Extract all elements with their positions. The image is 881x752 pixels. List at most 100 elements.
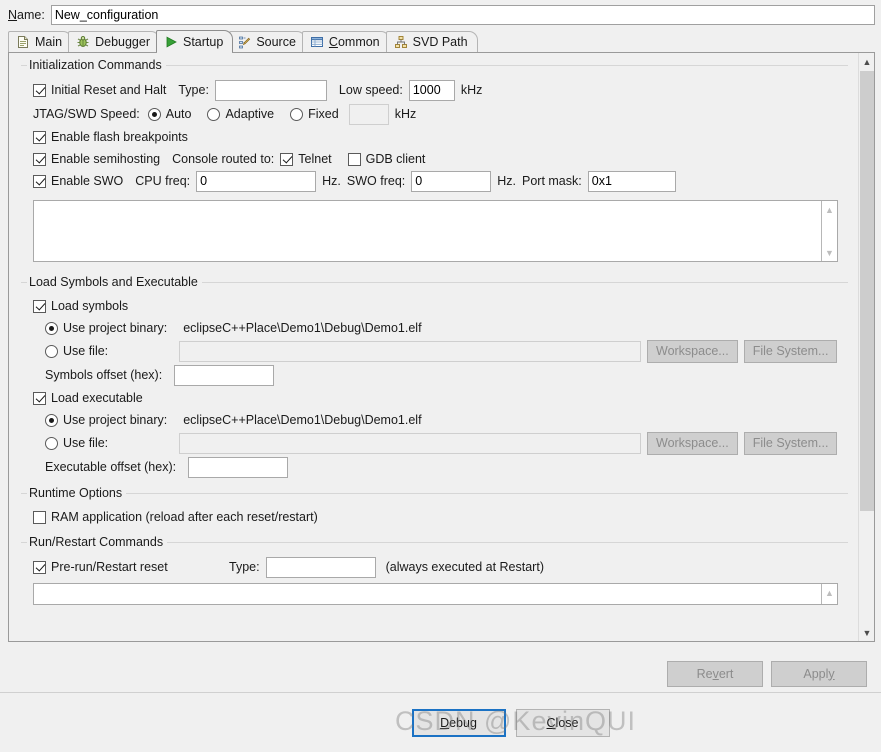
run-restart-commands-scrollbar[interactable]: ▲ bbox=[821, 584, 837, 604]
prerun-note-label: (always executed at Restart) bbox=[385, 560, 544, 574]
symbols-offset-label: Symbols offset (hex): bbox=[45, 368, 163, 382]
scroll-up-icon[interactable]: ▲ bbox=[822, 202, 837, 217]
executable-filesystem-button[interactable]: File System... bbox=[743, 431, 838, 455]
swo-freq-label: SWO freq: bbox=[346, 174, 406, 188]
revert-apply-button-bar: Revert Apply bbox=[0, 655, 881, 693]
radio-circle bbox=[45, 344, 58, 358]
load-symbols-and-executable-legend: Load Symbols and Executable bbox=[27, 275, 202, 289]
symbols-file-input[interactable] bbox=[179, 340, 641, 362]
jtag-speed-auto-label: Auto bbox=[165, 107, 192, 121]
startup-tab-scroll-viewport: Initialization Commands Initial Reset an… bbox=[8, 53, 875, 642]
checkbox-box bbox=[33, 560, 46, 574]
run-restart-commands-textarea[interactable]: ▲ bbox=[33, 583, 838, 605]
tab-svd-path[interactable]: SVD Path bbox=[385, 31, 478, 52]
symbols-workspace-button[interactable]: Workspace... bbox=[647, 339, 738, 363]
jtag-speed-adaptive-label: Adaptive bbox=[225, 107, 275, 121]
cpu-freq-input[interactable] bbox=[196, 170, 317, 192]
close-button[interactable]: Close bbox=[515, 709, 610, 737]
checkbox-box bbox=[347, 152, 361, 166]
checkbox-box bbox=[33, 83, 46, 97]
checkbox-box bbox=[280, 152, 294, 166]
checkbox-box bbox=[33, 299, 46, 313]
tab-main[interactable]: Main bbox=[8, 31, 73, 52]
play-icon bbox=[164, 35, 178, 49]
executable-file-input[interactable] bbox=[179, 432, 641, 454]
enable-swo-checkbox[interactable]: Enable SWO bbox=[33, 174, 123, 188]
symbols-use-file-radio[interactable]: Use file: bbox=[45, 344, 163, 358]
table-icon bbox=[310, 35, 324, 49]
radio-circle bbox=[45, 321, 58, 335]
symbols-project-binary-path: eclipseC++Place\Demo1\Debug\Demo1.elf bbox=[183, 321, 422, 335]
initial-reset-and-halt-checkbox[interactable]: Initial Reset and Halt bbox=[33, 83, 166, 97]
low-speed-label: Low speed: bbox=[338, 83, 403, 97]
scroll-up-icon[interactable]: ▲ bbox=[859, 53, 874, 70]
gdb-client-checkbox[interactable]: GDB client bbox=[347, 152, 425, 166]
enable-semihosting-checkbox[interactable]: Enable semihosting bbox=[33, 152, 160, 166]
initialization-commands-scrollbar[interactable]: ▲ ▼ bbox=[821, 201, 837, 261]
port-mask-input[interactable] bbox=[587, 170, 676, 192]
configuration-name-input[interactable] bbox=[50, 5, 875, 25]
load-symbols-and-executable-group: Load Symbols and Executable Load symbols… bbox=[21, 275, 848, 485]
telnet-checkbox[interactable]: Telnet bbox=[280, 152, 332, 166]
radio-circle bbox=[45, 436, 58, 450]
load-symbols-checkbox[interactable]: Load symbols bbox=[33, 299, 128, 313]
prerun-restart-reset-checkbox[interactable]: Pre-run/Restart reset bbox=[33, 560, 223, 574]
flash-breakpoints-row: Enable flash breakpoints bbox=[21, 126, 848, 148]
symbols-offset-input[interactable] bbox=[174, 364, 275, 386]
jtag-speed-adaptive-radio[interactable]: Adaptive bbox=[207, 107, 274, 121]
executable-use-project-binary-label: Use project binary: bbox=[63, 413, 168, 427]
load-executable-row: Load executable bbox=[21, 387, 848, 409]
tab-source[interactable]: Source bbox=[229, 31, 306, 52]
content-vertical-scrollbar[interactable]: ▲ ▼ bbox=[858, 53, 874, 641]
startup-tab-content: Initialization Commands Initial Reset an… bbox=[9, 53, 858, 611]
ram-application-checkbox[interactable]: RAM application (reload after each reset… bbox=[33, 510, 318, 524]
jtag-swd-speed-label: JTAG/SWD Speed: bbox=[33, 107, 140, 121]
executable-use-file-radio[interactable]: Use file: bbox=[45, 436, 163, 450]
scroll-up-icon[interactable]: ▲ bbox=[822, 585, 837, 600]
tab-common[interactable]: Common bbox=[301, 31, 390, 52]
dialog-footer-buttons: Debug Close bbox=[0, 694, 881, 752]
ram-application-label: RAM application (reload after each reset… bbox=[51, 510, 318, 524]
executable-workspace-button[interactable]: Workspace... bbox=[647, 431, 738, 455]
symbols-offset-row: Symbols offset (hex): bbox=[21, 363, 848, 387]
tab-svd-path-label: SVD Path bbox=[412, 35, 468, 49]
symbols-filesystem-button[interactable]: File System... bbox=[743, 339, 838, 363]
prerun-restart-reset-label: Pre-run/Restart reset bbox=[51, 560, 168, 574]
hierarchy-icon bbox=[394, 35, 408, 49]
jtag-speed-fixed-unit-label: kHz bbox=[394, 107, 417, 121]
enable-flash-breakpoints-checkbox[interactable]: Enable flash breakpoints bbox=[33, 130, 188, 144]
apply-button[interactable]: Apply bbox=[771, 660, 867, 687]
checkbox-box bbox=[33, 510, 46, 524]
configuration-name-label: Name: bbox=[8, 8, 45, 22]
jtag-speed-fixed-label: Fixed bbox=[308, 107, 339, 121]
swo-freq-input[interactable] bbox=[411, 170, 492, 192]
scroll-down-icon[interactable]: ▼ bbox=[822, 245, 837, 260]
symbols-use-project-binary-radio[interactable]: Use project binary: bbox=[45, 321, 167, 335]
executable-project-binary-path: eclipseC++Place\Demo1\Debug\Demo1.elf bbox=[183, 413, 422, 427]
scroll-down-icon[interactable]: ▼ bbox=[859, 624, 874, 641]
jtag-speed-auto-radio[interactable]: Auto bbox=[147, 107, 192, 121]
reset-type-input[interactable] bbox=[214, 79, 327, 101]
radio-circle bbox=[290, 107, 304, 121]
prerun-type-input[interactable] bbox=[265, 556, 376, 578]
jtag-speed-fixed-input[interactable] bbox=[348, 103, 389, 125]
console-routed-to-label: Console routed to: bbox=[172, 152, 275, 166]
run-restart-commands-legend: Run/Restart Commands bbox=[27, 535, 168, 549]
tab-debugger[interactable]: Debugger bbox=[68, 31, 160, 52]
runtime-options-group: Runtime Options RAM application (reload … bbox=[21, 486, 848, 534]
executable-offset-input[interactable] bbox=[188, 456, 289, 478]
debug-button[interactable]: Debug bbox=[411, 709, 506, 737]
executable-use-project-binary-radio[interactable]: Use project binary: bbox=[45, 413, 167, 427]
swo-row: Enable SWO CPU freq: Hz. SWO freq: Hz. P… bbox=[21, 170, 848, 192]
checkbox-box bbox=[33, 152, 46, 166]
low-speed-input[interactable] bbox=[408, 79, 455, 101]
tab-startup[interactable]: Startup bbox=[156, 30, 234, 53]
jtag-speed-fixed-radio[interactable]: Fixed bbox=[290, 107, 339, 121]
revert-button[interactable]: Revert bbox=[667, 660, 763, 687]
configuration-name-row: Name: bbox=[0, 0, 881, 30]
initialization-commands-textarea[interactable]: ▲ ▼ bbox=[33, 200, 838, 262]
scrollbar-thumb[interactable] bbox=[860, 71, 874, 511]
executable-offset-row: Executable offset (hex): bbox=[21, 455, 848, 479]
load-executable-checkbox[interactable]: Load executable bbox=[33, 391, 143, 405]
prerun-restart-reset-row: Pre-run/Restart reset Type: (always exec… bbox=[21, 555, 848, 579]
